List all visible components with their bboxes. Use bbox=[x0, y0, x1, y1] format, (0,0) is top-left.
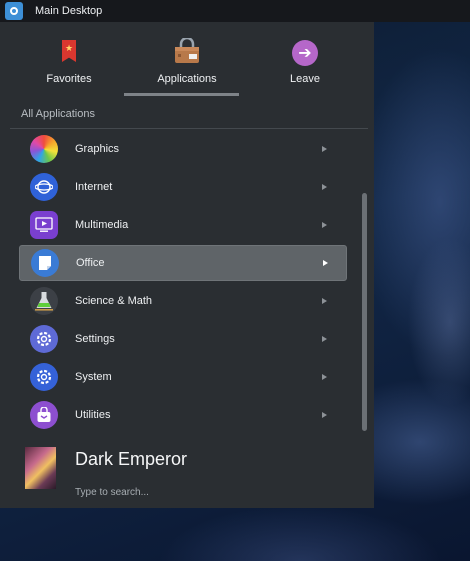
section-header: All Applications bbox=[21, 108, 95, 120]
kde-launcher-icon[interactable] bbox=[5, 2, 23, 20]
category-multimedia[interactable]: Multimedia bbox=[19, 207, 347, 243]
tab-favorites[interactable]: Favorites bbox=[10, 22, 128, 100]
leave-arrow-icon: ➔ bbox=[292, 40, 318, 66]
category-science-math[interactable]: Science & Math bbox=[19, 283, 347, 319]
tab-applications-label: Applications bbox=[157, 73, 217, 85]
bookmark-icon bbox=[62, 40, 76, 62]
document-icon bbox=[31, 249, 59, 277]
category-label: Office bbox=[76, 257, 105, 269]
section-divider bbox=[10, 128, 368, 129]
briefcase-icon bbox=[30, 401, 58, 429]
tab-favorites-label: Favorites bbox=[46, 73, 92, 85]
category-office[interactable]: Office bbox=[19, 245, 347, 281]
globe-icon bbox=[30, 173, 58, 201]
category-system[interactable]: System bbox=[19, 359, 347, 395]
tab-applications[interactable]: Applications bbox=[128, 22, 246, 100]
category-utilities[interactable]: Utilities bbox=[19, 397, 347, 433]
tab-leave-label: Leave bbox=[290, 73, 320, 85]
panel-title: Main Desktop bbox=[35, 5, 103, 17]
chevron-right-icon bbox=[322, 336, 327, 342]
scrollbar[interactable] bbox=[362, 193, 367, 431]
applications-icon bbox=[173, 36, 201, 64]
tab-leave[interactable]: ➔ Leave bbox=[246, 22, 364, 100]
media-player-icon bbox=[30, 211, 58, 239]
flask-icon bbox=[30, 287, 58, 315]
category-label: Internet bbox=[75, 181, 113, 193]
chevron-right-icon bbox=[322, 222, 327, 228]
category-label: Graphics bbox=[75, 143, 120, 155]
system-gear-icon bbox=[30, 363, 58, 391]
chevron-right-icon bbox=[322, 184, 327, 190]
category-label: Multimedia bbox=[75, 219, 129, 231]
chevron-right-icon bbox=[322, 298, 327, 304]
application-launcher-menu: Favorites Applications ➔ Leave All Appli… bbox=[0, 22, 374, 508]
chevron-right-icon bbox=[322, 374, 327, 380]
avatar[interactable] bbox=[25, 447, 56, 489]
color-wheel-icon bbox=[30, 135, 58, 163]
category-label: System bbox=[75, 371, 112, 383]
category-label: Utilities bbox=[75, 409, 111, 421]
search-input[interactable] bbox=[75, 484, 355, 500]
application-category-list: Graphics Internet Multimedia Office Scie… bbox=[0, 131, 374, 434]
category-graphics[interactable]: Graphics bbox=[19, 131, 347, 167]
user-name: Dark Emperor bbox=[75, 449, 188, 469]
category-settings[interactable]: Settings bbox=[19, 321, 347, 357]
settings-gear-icon bbox=[30, 325, 58, 353]
active-tab-indicator bbox=[124, 93, 239, 96]
top-panel: Main Desktop bbox=[0, 0, 470, 22]
chevron-right-icon bbox=[322, 412, 327, 418]
chevron-right-icon bbox=[323, 260, 328, 266]
category-label: Science & Math bbox=[75, 295, 153, 307]
category-internet[interactable]: Internet bbox=[19, 169, 347, 205]
category-tabs: Favorites Applications ➔ Leave bbox=[0, 22, 374, 100]
chevron-right-icon bbox=[322, 146, 327, 152]
category-label: Settings bbox=[75, 333, 115, 345]
